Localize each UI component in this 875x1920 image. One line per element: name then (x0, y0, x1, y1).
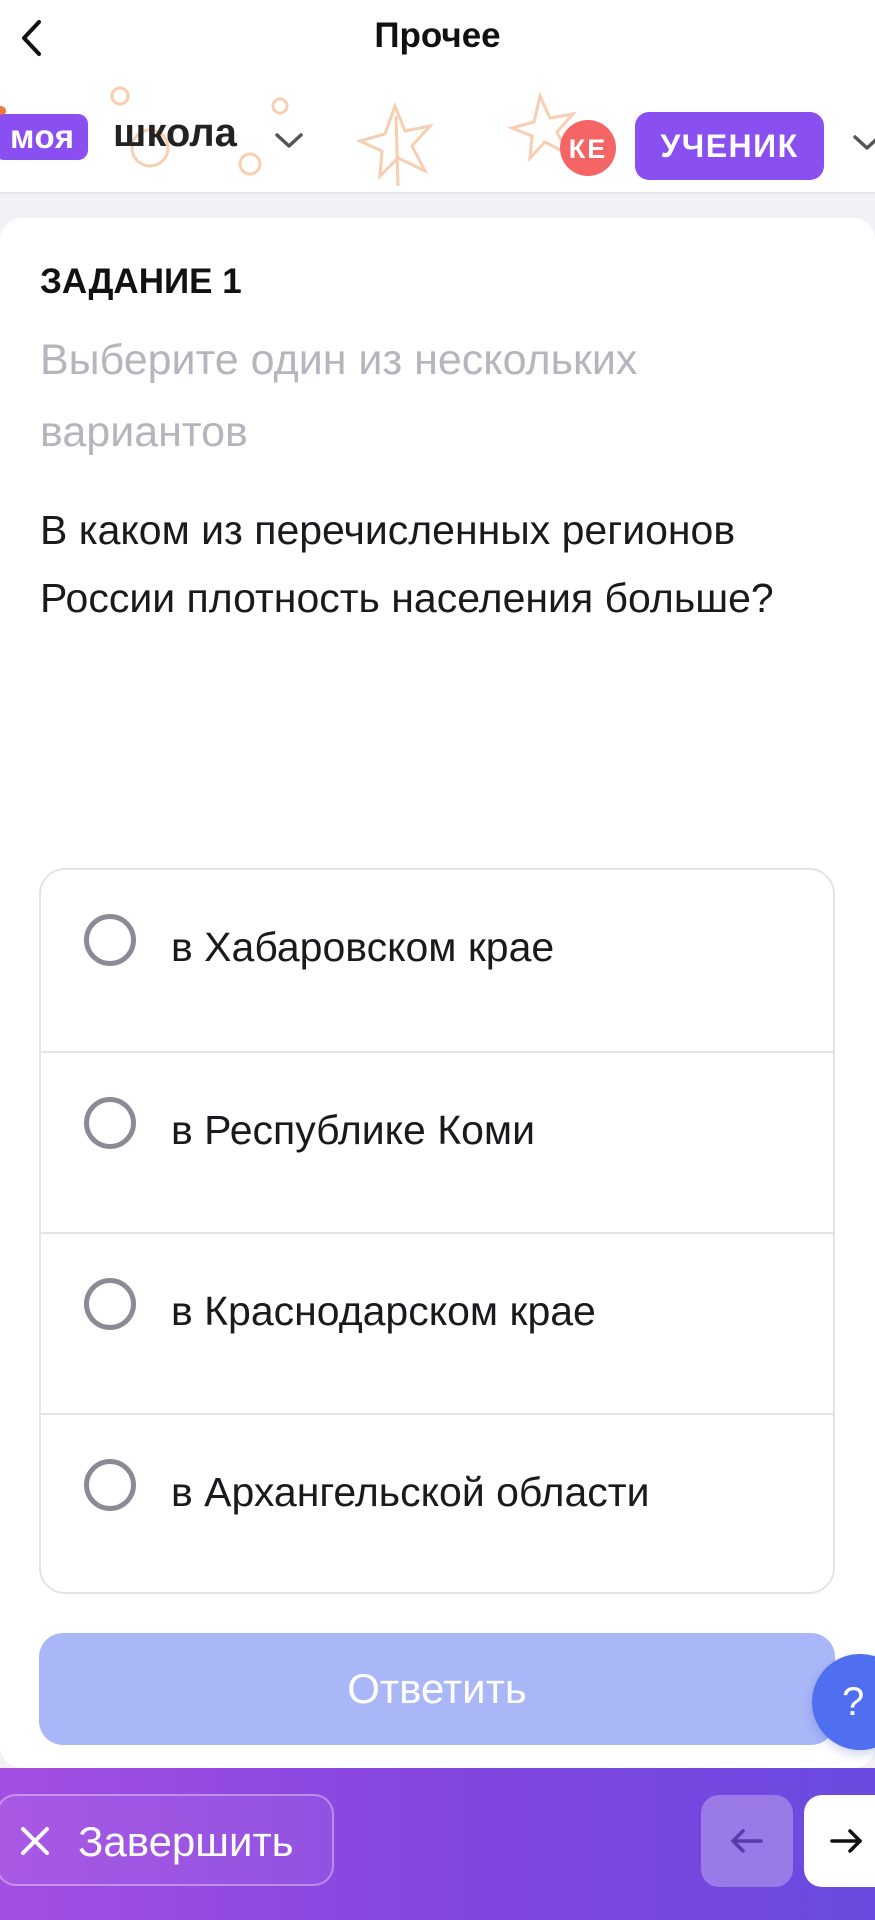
task-card: ЗАДАНИЕ 1 Выберите один из нескольких ва… (0, 218, 875, 1768)
logo-text: школа (113, 111, 237, 155)
answer-option-label: в Краснодарском крае (171, 1288, 596, 1334)
previous-task-button[interactable] (701, 1795, 793, 1887)
question-text: В каком из перечисленных регионов России… (40, 507, 774, 621)
finish-label: Завершить (78, 1818, 294, 1865)
app-header: моя школа КЕ УЧЕНИК (0, 76, 875, 194)
next-task-button[interactable] (804, 1795, 875, 1887)
answer-option[interactable]: в Краснодарском крае (41, 1232, 833, 1413)
answer-option-label: в Архангельской области (171, 1469, 650, 1515)
radio-button[interactable] (84, 1459, 136, 1511)
bottom-action-bar: Завершить (0, 1768, 875, 1920)
answer-option[interactable]: в Республике Коми (41, 1051, 833, 1232)
radio-button[interactable] (84, 1278, 136, 1330)
radio-button[interactable] (84, 1097, 136, 1149)
role-selector[interactable]: УЧЕНИК (635, 112, 824, 180)
page-title: Прочее (374, 16, 501, 55)
answer-options: в Хабаровском крае в Республике Коми в К… (39, 868, 835, 1594)
chevron-down-icon[interactable] (274, 132, 304, 150)
navigation-bar: Прочее (0, 0, 875, 76)
task-hint: Выберите один из нескольких вариантов (40, 336, 638, 456)
answer-button[interactable]: Ответить (39, 1633, 835, 1745)
answer-option-label: в Республике Коми (171, 1107, 536, 1153)
arrow-left-icon (731, 1829, 763, 1853)
close-icon (21, 1827, 49, 1855)
answer-option[interactable]: в Архангельской области (41, 1413, 833, 1592)
arrow-right-icon (830, 1829, 862, 1853)
answer-option[interactable]: в Хабаровском крае (41, 870, 833, 1051)
finish-button[interactable]: Завершить (0, 1794, 334, 1886)
task-number: ЗАДАНИЕ 1 (40, 262, 242, 301)
radio-button[interactable] (84, 914, 136, 966)
answer-option-label: в Хабаровском крае (171, 924, 555, 970)
logo-badge: моя (0, 114, 89, 160)
avatar[interactable]: КЕ (560, 120, 616, 176)
chevron-down-icon[interactable] (852, 134, 875, 152)
